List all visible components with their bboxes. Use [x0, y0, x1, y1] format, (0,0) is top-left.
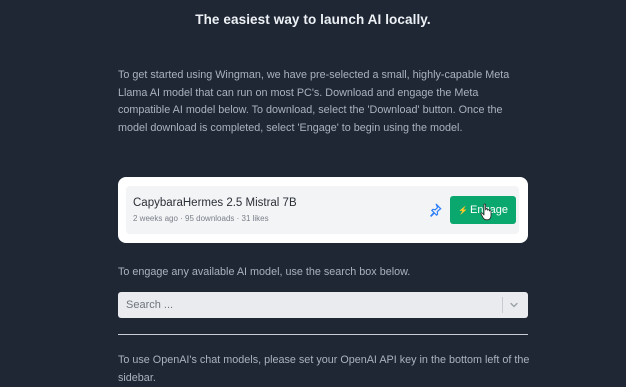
openai-note: To use OpenAI's chat models, please set …: [118, 354, 530, 384]
divider: [118, 334, 528, 335]
chevron-down-icon[interactable]: [508, 299, 520, 311]
page-title: The easiest way to launch AI locally.: [195, 12, 431, 27]
search-input[interactable]: [118, 292, 498, 318]
pin-icon[interactable]: [428, 203, 442, 217]
hand-cursor-icon: [480, 203, 492, 221]
intro-text: To get started using Wingman, we have pr…: [118, 69, 510, 134]
model-name: CapybaraHermes 2.5 Mistral 7B: [133, 197, 297, 209]
search-divider: [502, 297, 503, 313]
model-card-container: CapybaraHermes 2.5 Mistral 7B 2 weeks ag…: [118, 177, 528, 243]
bolt-icon: ⚡: [458, 205, 469, 215]
engage-instructions: To engage any available AI model, use th…: [118, 266, 411, 278]
model-meta: 2 weeks ago · 95 downloads · 31 likes: [133, 214, 269, 223]
model-card[interactable]: CapybaraHermes 2.5 Mistral 7B 2 weeks ag…: [126, 186, 519, 234]
model-search[interactable]: [118, 292, 528, 318]
